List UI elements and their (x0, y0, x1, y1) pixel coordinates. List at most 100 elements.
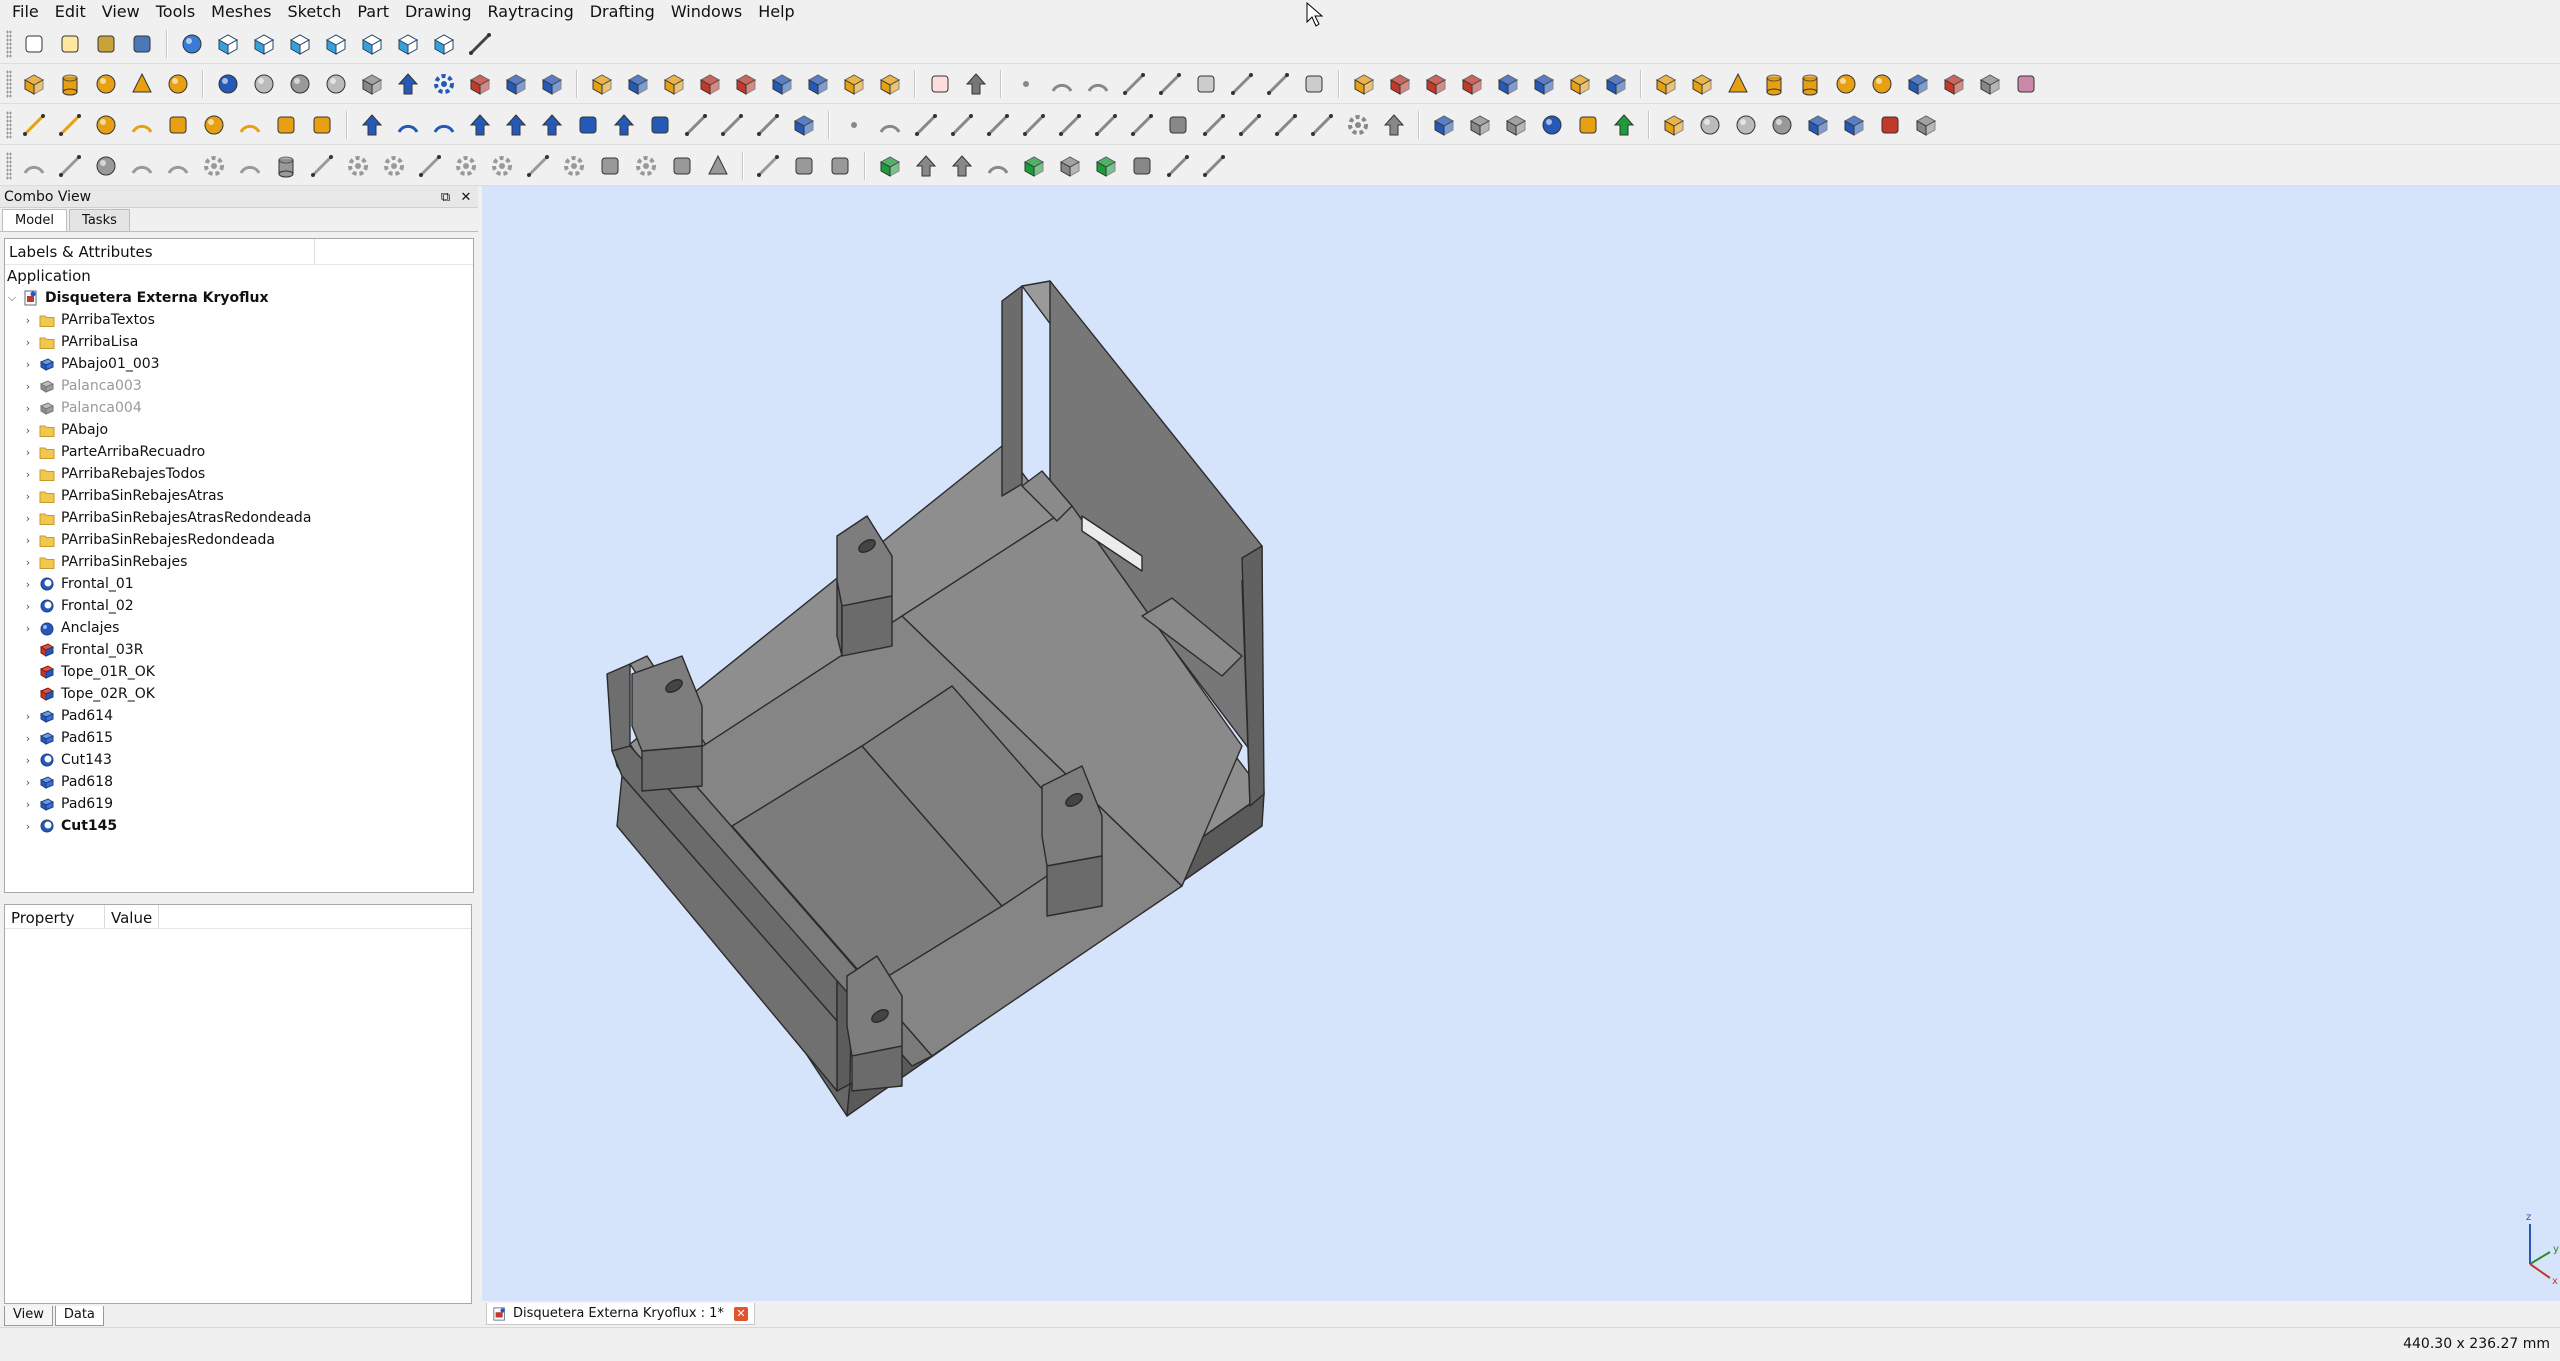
toolbar-cube-icon[interactable] (356, 68, 388, 100)
toolbar-cube-icon[interactable] (1464, 109, 1496, 141)
toolbar-line-icon[interactable] (54, 150, 86, 182)
toolbar-line-icon[interactable] (464, 28, 496, 60)
toolbar-sq-icon[interactable] (1126, 150, 1158, 182)
toolbar-sphere-icon[interactable] (90, 150, 122, 182)
toolbar-view-icon[interactable] (356, 28, 388, 60)
toolbar-gear-icon[interactable] (378, 150, 410, 182)
menu-edit[interactable]: Edit (47, 0, 94, 24)
toolbar-arc-icon[interactable] (18, 150, 50, 182)
tab-view[interactable]: View (4, 1306, 53, 1326)
expand-arrow-icon[interactable]: › (21, 358, 35, 371)
toolbar-sphere-icon[interactable] (212, 68, 244, 100)
expand-arrow-icon[interactable]: › (21, 446, 35, 459)
menu-view[interactable]: View (94, 0, 148, 24)
toolbar-cube-icon[interactable] (1456, 68, 1488, 100)
toolbar-line-icon[interactable] (752, 150, 784, 182)
expand-arrow-icon[interactable]: › (21, 798, 35, 811)
toolbar-sphere-icon[interactable] (1866, 68, 1898, 100)
toolbar-cube-icon[interactable] (874, 150, 906, 182)
toolbar-line-icon[interactable] (1054, 109, 1086, 141)
toolbar-cube-icon[interactable] (838, 68, 870, 100)
expand-arrow-icon[interactable]: › (21, 578, 35, 591)
toolbar-gear-icon[interactable] (1342, 109, 1374, 141)
expand-arrow-icon[interactable]: › (21, 600, 35, 613)
menu-help[interactable]: Help (750, 0, 802, 24)
toolbar-line-icon[interactable] (1018, 109, 1050, 141)
toolbar-sq-icon[interactable] (126, 28, 158, 60)
tree-item[interactable]: Tope_01R_OK (21, 661, 473, 683)
float-panel-icon[interactable]: ⧉ (438, 190, 454, 205)
toolbar-arrow-icon[interactable] (608, 109, 640, 141)
toolbar-arrow-icon[interactable] (910, 150, 942, 182)
toolbar-arrow-icon[interactable] (392, 68, 424, 100)
3d-viewport[interactable]: z y x (482, 186, 2560, 1301)
toolbar-sphere-icon[interactable] (248, 68, 280, 100)
toolbar-view-icon[interactable] (428, 28, 460, 60)
toolbar-arc-icon[interactable] (428, 109, 460, 141)
tab-model[interactable]: Model (2, 209, 68, 231)
toolbar-gear-icon[interactable] (342, 150, 374, 182)
toolbar-cube-icon[interactable] (874, 68, 906, 100)
tree-item[interactable]: › Palanca003 (21, 375, 473, 397)
toolbar-sq-icon[interactable] (644, 109, 676, 141)
toolbar-sq-icon[interactable] (270, 109, 302, 141)
toolbar-sphere-icon[interactable] (162, 68, 194, 100)
toolbar-sq-icon[interactable] (18, 28, 50, 60)
toolbar-cube-icon[interactable] (586, 68, 618, 100)
tree-item[interactable]: › PArribaSinRebajesAtrasRedondeada (21, 507, 473, 529)
toolbar-cone-icon[interactable] (1722, 68, 1754, 100)
toolbar-line-icon[interactable] (1162, 150, 1194, 182)
expand-arrow-icon[interactable]: › (21, 820, 35, 833)
toolbar-cyl-icon[interactable] (1794, 68, 1826, 100)
toolbar-cube-icon[interactable] (788, 109, 820, 141)
toolbar-cube-icon[interactable] (500, 68, 532, 100)
toolbar-sq-icon[interactable] (1190, 68, 1222, 100)
toolbar-sq-icon[interactable] (1874, 109, 1906, 141)
toolbar-sphere-icon[interactable] (284, 68, 316, 100)
tree-item[interactable]: › Anclajes (21, 617, 473, 639)
expand-arrow-icon[interactable]: › (21, 424, 35, 437)
toolbar-cube-icon[interactable] (1090, 150, 1122, 182)
toolbar-sphere-icon[interactable] (1830, 68, 1862, 100)
toolbar-cube-icon[interactable] (802, 68, 834, 100)
toolbar-cube-icon[interactable] (1428, 109, 1460, 141)
toolbar-arc-icon[interactable] (126, 150, 158, 182)
toolbar-sphere-icon[interactable] (1766, 109, 1798, 141)
toolbar-sphere-icon[interactable] (90, 109, 122, 141)
expand-arrow-icon[interactable]: › (21, 490, 35, 503)
toolbar-sq-icon[interactable] (824, 150, 856, 182)
toolbar-cube-icon[interactable] (1348, 68, 1380, 100)
tree-item[interactable]: › Cut145 (21, 815, 473, 837)
close-tab-icon[interactable]: ✕ (733, 1306, 748, 1321)
toolbar-sq-icon[interactable] (788, 150, 820, 182)
toolbar-line-icon[interactable] (752, 109, 784, 141)
toolbar-arc-icon[interactable] (162, 150, 194, 182)
toolbar-cyl-icon[interactable] (1758, 68, 1790, 100)
tree-item[interactable]: › Cut143 (21, 749, 473, 771)
toolbar-sphere-icon[interactable] (198, 109, 230, 141)
tree-item[interactable]: › Palanca004 (21, 397, 473, 419)
tab-data[interactable]: Data (54, 1306, 104, 1326)
toolbar-cube-icon[interactable] (1686, 68, 1718, 100)
toolbar-arc-icon[interactable] (126, 109, 158, 141)
toolbar-sq-icon[interactable] (162, 109, 194, 141)
toolbar-gear-icon[interactable] (630, 150, 662, 182)
tree-document-row[interactable]: ⌵ Disquetera Externa Kryoflux (5, 287, 473, 309)
toolbar-cube-icon[interactable] (1420, 68, 1452, 100)
tree-item[interactable]: › Pad619 (21, 793, 473, 815)
toolbar-arc-icon[interactable] (874, 109, 906, 141)
toolbar-gear-icon[interactable] (558, 150, 590, 182)
toolbar-cube-icon[interactable] (1018, 150, 1050, 182)
toolbar-line-icon[interactable] (946, 109, 978, 141)
toolbar-arc-icon[interactable] (392, 109, 424, 141)
expand-arrow-icon[interactable]: › (21, 710, 35, 723)
tree-item[interactable]: › PArribaRebajesTodos (21, 463, 473, 485)
toolbar-cube-icon[interactable] (766, 68, 798, 100)
expand-arrow-icon[interactable]: › (21, 380, 35, 393)
toolbar-cube-icon[interactable] (730, 68, 762, 100)
expand-arrow-icon[interactable]: › (21, 468, 35, 481)
collapse-arrow-icon[interactable]: ⌵ (5, 291, 19, 305)
toolbar-line-icon[interactable] (522, 150, 554, 182)
toolbar-sq-icon[interactable] (1298, 68, 1330, 100)
close-panel-icon[interactable]: ✕ (458, 190, 474, 205)
